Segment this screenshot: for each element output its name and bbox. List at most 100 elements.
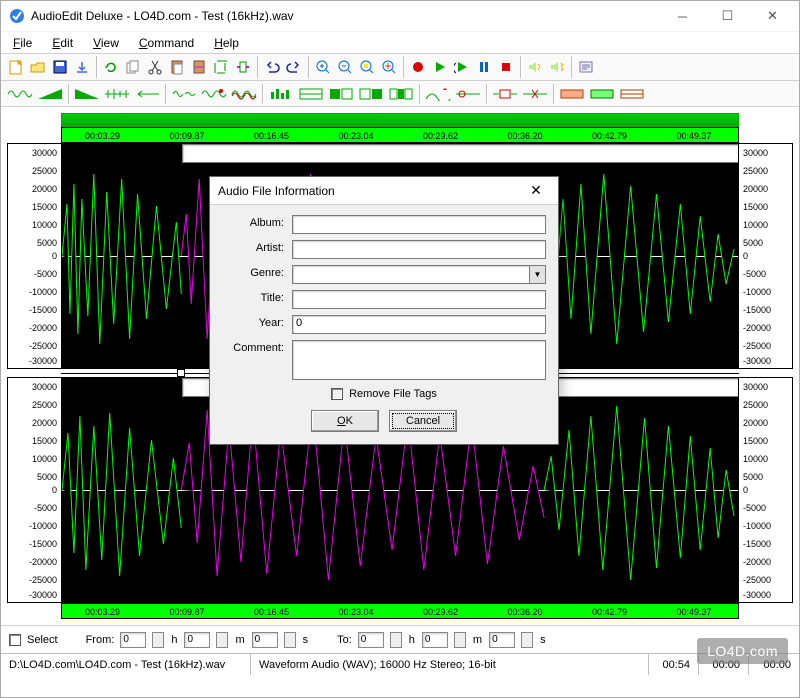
cancel-button[interactable]: Cancel [389,410,457,432]
remove-tags-label: Remove File Tags [349,388,437,400]
fx-lowpass-icon[interactable] [326,84,356,104]
paste-icon[interactable] [166,56,188,78]
from-h-input[interactable]: 0 [120,632,146,648]
crop-icon[interactable] [210,56,232,78]
play-icon[interactable] [429,56,451,78]
fx-silence-del-icon[interactable] [520,84,550,104]
time-ruler-top[interactable]: 00:03.29 00:09.87 00:16.45 00:23.04 00:2… [61,127,739,143]
fx-fade-out-icon[interactable] [72,84,102,104]
fx-bandpass-icon[interactable] [386,84,416,104]
album-input[interactable] [292,215,546,234]
status-length: 00:54 [649,654,699,675]
effects-toolbar: /* many small green-wave icons */ [1,81,799,107]
y-scale-right: 30000 25000 20000 15000 10000 5000 0 -50… [739,143,793,369]
fx-marker-a-icon[interactable] [557,84,587,104]
new-icon[interactable] [5,56,27,78]
fx-reverse-icon[interactable] [132,84,162,104]
stop-icon[interactable] [495,56,517,78]
fx-marker-b-icon[interactable] [587,84,617,104]
y-scale-right-2: 30000 25000 20000 15000 10000 5000 0 -50… [739,377,793,603]
genre-select[interactable]: ▼ [292,265,546,284]
play-loop-icon[interactable] [451,56,473,78]
fx-fade-in-icon[interactable] [35,84,65,104]
ok-button[interactable]: OK [311,410,379,432]
from-h-spin[interactable] [152,632,164,648]
title-input[interactable] [292,290,546,309]
status-format: Waveform Audio (WAV); 16000 Hz Stereo; 1… [251,654,649,675]
title-bar: AudioEdit Deluxe - LO4D.com - Test (16kH… [1,1,799,31]
status-path: D:\LO4D.com\LO4D.com - Test (16kHz).wav [1,654,251,675]
to-m-input[interactable]: 0 [422,632,448,648]
refresh-icon[interactable] [100,56,122,78]
paste-mix-icon[interactable] [188,56,210,78]
open-icon[interactable] [27,56,49,78]
dialog-close-icon[interactable]: ✕ [522,179,550,203]
pause-icon[interactable] [473,56,495,78]
select-checkbox[interactable] [9,634,21,646]
status-bar: D:\LO4D.com\LO4D.com - Test (16kHz).wav … [1,653,799,675]
from-s-spin[interactable] [284,632,296,648]
comment-label: Comment: [222,340,292,354]
fx-amplify-icon[interactable] [5,84,35,104]
dialog-title: Audio File Information [218,184,335,198]
zoom-in-icon[interactable] [312,56,334,78]
menu-file[interactable]: File [5,34,40,52]
from-m-input[interactable]: 0 [184,632,210,648]
minimize-button[interactable]: ─ [660,2,705,30]
remove-tags-checkbox[interactable] [331,388,343,400]
zoom-sel-icon[interactable] [356,56,378,78]
zoom-out-icon[interactable] [334,56,356,78]
record-icon[interactable] [407,56,429,78]
dialog-title-bar[interactable]: Audio File Information ✕ [210,177,558,205]
redo-icon[interactable] [283,56,305,78]
comment-input[interactable] [292,340,546,380]
year-label: Year: [222,315,292,329]
to-h-spin[interactable] [390,632,402,648]
fx-pitch-icon[interactable] [423,84,453,104]
to-s-input[interactable]: 0 [489,632,515,648]
position-bar[interactable] [61,113,739,127]
menu-edit[interactable]: Edit [44,34,81,52]
fx-echo-icon[interactable] [169,84,199,104]
trim-icon[interactable] [232,56,254,78]
fx-tempo-icon[interactable] [453,84,483,104]
copy-icon[interactable] [122,56,144,78]
menu-help[interactable]: Help [206,34,247,52]
to-m-spin[interactable] [454,632,466,648]
fx-marker-c-icon[interactable] [617,84,647,104]
menu-command[interactable]: Command [131,34,202,52]
speaker-icon[interactable] [524,56,546,78]
fx-filter-icon[interactable] [296,84,326,104]
mixer-icon[interactable] [546,56,568,78]
fx-silence-ins-icon[interactable] [490,84,520,104]
fx-chorus-icon[interactable] [199,84,229,104]
artist-label: Artist: [222,240,292,254]
fx-eq-icon[interactable] [266,84,296,104]
fx-highpass-icon[interactable] [356,84,386,104]
window-title: AudioEdit Deluxe - LO4D.com - Test (16kH… [31,9,294,23]
to-s-spin[interactable] [521,632,533,648]
watermark: LO4D.com [697,638,788,664]
from-m-spin[interactable] [216,632,228,648]
artist-input[interactable] [292,240,546,259]
year-input[interactable]: 0 [292,315,546,334]
cut-icon[interactable] [144,56,166,78]
close-button[interactable]: ✕ [750,2,795,30]
settings-icon[interactable] [575,56,597,78]
main-toolbar [1,53,799,81]
zoom-fit-icon[interactable] [378,56,400,78]
menu-view[interactable]: View [85,34,127,52]
album-label: Album: [222,215,292,229]
from-s-input[interactable]: 0 [252,632,278,648]
undo-icon[interactable] [261,56,283,78]
time-ruler-bottom[interactable]: 00:03.29 00:09.87 00:16.45 00:23.04 00:2… [61,603,739,619]
maximize-button[interactable]: ☐ [705,2,750,30]
genre-label: Genre: [222,265,292,279]
chevron-down-icon[interactable]: ▼ [529,266,545,283]
to-h-input[interactable]: 0 [358,632,384,648]
save-icon[interactable] [49,56,71,78]
y-scale-left: 30000 25000 20000 15000 10000 5000 0 -50… [7,143,61,369]
export-icon[interactable] [71,56,93,78]
fx-flange-icon[interactable] [229,84,259,104]
fx-normalize-icon[interactable] [102,84,132,104]
